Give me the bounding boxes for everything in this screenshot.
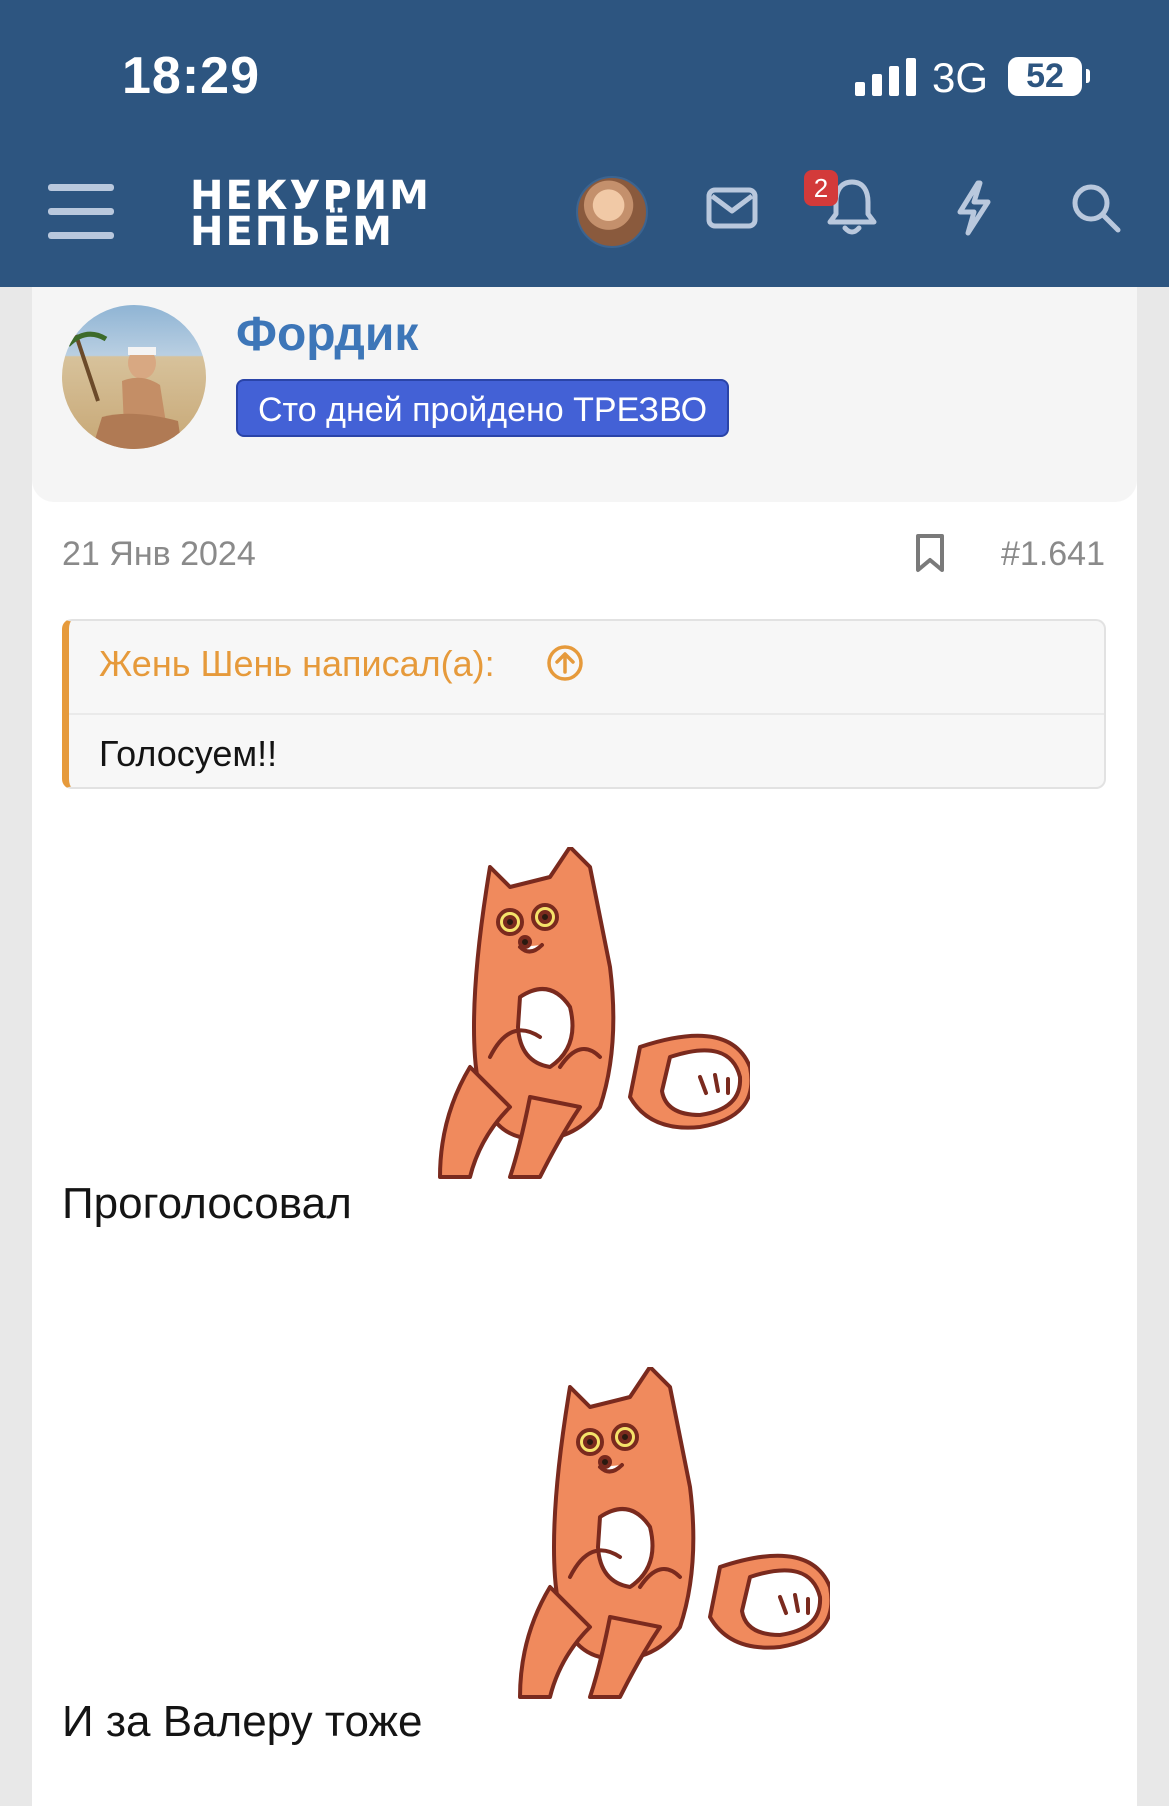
battery-icon: 52 bbox=[1008, 57, 1090, 96]
battery-level: 52 bbox=[1026, 57, 1064, 95]
quote-divider bbox=[69, 713, 1104, 715]
status-time: 18:29 bbox=[122, 47, 260, 105]
signal-icon bbox=[855, 58, 917, 96]
menu-icon[interactable] bbox=[48, 184, 114, 240]
post-number[interactable]: #1.641 bbox=[1001, 535, 1105, 574]
mail-icon[interactable] bbox=[706, 186, 758, 230]
arrow-up-circle-icon[interactable] bbox=[545, 643, 585, 683]
top-bar: 18:29 3G 52 НЕКУРИМ НЕПЬЁМ 2 bbox=[0, 0, 1169, 287]
post-text-line-2: И за Валеру тоже bbox=[62, 1697, 423, 1746]
post-text-line-1: Проголосовал bbox=[62, 1179, 352, 1228]
author-avatar[interactable] bbox=[62, 305, 206, 449]
quote-author[interactable]: Жень Шень написал(а): bbox=[99, 643, 495, 685]
logo-line-2: НЕПЬЁМ bbox=[190, 209, 394, 255]
post-card: Фордик Сто дней пройдено ТРЕЗВО 21 Янв 2… bbox=[32, 287, 1137, 1806]
author-title-badge: Сто дней пройдено ТРЕЗВО bbox=[236, 379, 730, 437]
lightning-icon[interactable] bbox=[954, 180, 994, 236]
fox-sticker-1 bbox=[430, 845, 754, 1212]
network-type: 3G bbox=[932, 54, 989, 101]
post-date[interactable]: 21 Янв 2024 bbox=[62, 535, 256, 574]
author-name[interactable]: Фордик bbox=[236, 307, 418, 362]
quote-block: Жень Шень написал(а): Голосуем!! bbox=[62, 619, 1106, 789]
quote-text: Голосуем!! bbox=[99, 733, 278, 774]
site-logo[interactable]: НЕКУРИМ НЕПЬЁМ bbox=[190, 176, 431, 255]
account-avatar[interactable] bbox=[576, 176, 648, 248]
post-author-block: Фордик Сто дней пройдено ТРЕЗВО bbox=[32, 287, 1137, 502]
bookmark-icon[interactable] bbox=[913, 533, 947, 573]
notification-badge: 2 bbox=[804, 170, 838, 206]
fox-sticker-2 bbox=[510, 1365, 834, 1732]
search-icon[interactable] bbox=[1070, 182, 1122, 234]
